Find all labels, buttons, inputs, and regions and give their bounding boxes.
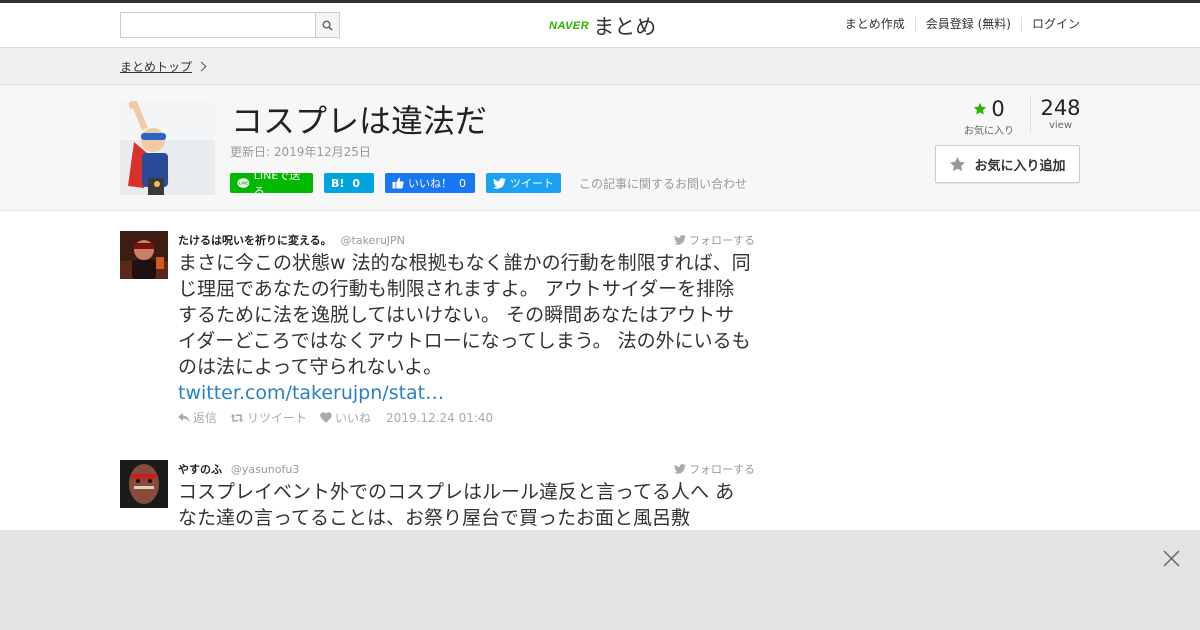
ad-banner <box>0 530 1200 630</box>
star-outline-icon <box>950 156 966 171</box>
avatar[interactable] <box>120 460 168 508</box>
tweet-card: やすのふ @yasunofu3 フォローする コスプレイベント外でのコスプレはル… <box>120 460 755 530</box>
article-thumbnail <box>120 100 215 195</box>
chevron-right-icon <box>196 61 207 71</box>
twitter-bird-icon <box>493 177 506 189</box>
close-icon[interactable] <box>1163 550 1180 567</box>
inquiry-link[interactable]: この記事に関するお問い合わせ <box>579 175 747 192</box>
tweet-body: コスプレイベント外でのコスプレはルール違反と言ってる人へ あなた達の言ってること… <box>178 479 753 531</box>
breadcrumb-top-link[interactable]: まとめトップ <box>120 58 192 75</box>
breadcrumb: まとめトップ <box>0 48 1200 85</box>
follow-label: フォローする <box>689 463 755 476</box>
search-input[interactable] <box>120 12 315 38</box>
view-count: 248 <box>1040 96 1081 120</box>
search-box <box>120 12 340 38</box>
like-label: いいね <box>335 411 372 425</box>
nav-create-matome[interactable]: まとめ作成 <box>835 17 915 32</box>
tweet-user-name[interactable]: やすのふ @yasunofu3 <box>178 461 299 477</box>
heart-icon <box>320 412 332 423</box>
hatena-bookmark-button[interactable]: B! 0 <box>324 173 374 193</box>
follow-button[interactable]: フォローする <box>674 232 755 248</box>
line-share-label: LINEで送る <box>253 169 301 198</box>
tweet-display-name: たけるは呪いを祈りに変える。 <box>178 234 332 247</box>
site-logo[interactable]: NAVER まとめ <box>549 11 656 41</box>
facebook-like-label: いいね！ <box>408 177 452 190</box>
follow-label: フォローする <box>689 234 755 247</box>
logo-brand: NAVER <box>549 20 590 32</box>
tweet-user-name[interactable]: たけるは呪いを祈りに変える。 @takeruJPN <box>178 232 405 248</box>
star-icon <box>974 102 987 115</box>
tweet-label: ツイート <box>510 177 554 190</box>
twitter-bird-icon <box>674 235 686 245</box>
favorites-counter: 0 お気に入り <box>964 97 1014 137</box>
follow-button[interactable]: フォローする <box>674 461 755 477</box>
tweet-display-name: やすのふ <box>178 463 222 476</box>
logo-name: まとめ <box>593 15 657 39</box>
tweet-card: たけるは呪いを祈りに変える。 @takeruJPN フォローする まさに今この状… <box>120 231 755 431</box>
facebook-like-button[interactable]: いいね！ 0 <box>385 173 475 193</box>
svg-text:LINE: LINE <box>239 180 249 185</box>
line-share-button[interactable]: LINE LINEで送る <box>230 169 313 198</box>
avatar[interactable] <box>120 231 168 279</box>
favorites-label: お気に入り <box>964 126 1014 137</box>
tweet-handle: @yasunofu3 <box>230 463 300 476</box>
tweet-button[interactable]: ツイート <box>486 173 561 193</box>
thumbs-up-icon <box>392 177 404 189</box>
tweet-handle: @takeruJPN <box>340 234 405 247</box>
nav-login[interactable]: ログイン <box>1020 17 1080 32</box>
tweet-text: コスプレイベント外でのコスプレはルール違反と言ってる人へ あなた達の言ってること… <box>178 481 735 529</box>
search-button[interactable] <box>315 12 340 38</box>
hatena-icon: B! <box>331 176 345 190</box>
add-favorite-label: お気に入り追加 <box>974 158 1066 174</box>
hatena-count: 0 <box>352 176 361 190</box>
tweet-body: まさに今この状態w 法的な根拠もなく誰かの行動を制限すれば、同じ理屈であなたの行… <box>178 250 753 406</box>
nav-register[interactable]: 会員登録 (無料) <box>914 17 1021 32</box>
header-nav: まとめ作成 会員登録 (無料) ログイン <box>835 17 1080 32</box>
reply-button[interactable]: 返信 <box>178 409 217 426</box>
reply-icon <box>178 412 190 422</box>
add-favorite-button[interactable]: お気に入り追加 <box>935 145 1080 183</box>
tweet-text: まさに今この状態w 法的な根拠もなく誰かの行動を制限すれば、同じ理屈であなたの行… <box>178 252 751 378</box>
tweet-timestamp[interactable]: 2019.12.24 01:40 <box>386 411 493 425</box>
share-buttons: LINE LINEで送る B! 0 いいね！ 0 ツイート この記事に関するお問… <box>230 169 747 198</box>
site-header: NAVER まとめ まとめ作成 会員登録 (無料) ログイン <box>0 3 1200 48</box>
favorites-count: 0 <box>991 97 1005 121</box>
tweet-link[interactable]: twitter.com/takerujpn/stat… <box>178 380 753 406</box>
like-button[interactable]: いいね <box>320 409 371 426</box>
article-header: コスプレは違法だ 更新日: 2019年12月25日 LINE LINEで送る B… <box>0 85 1200 211</box>
article-title: コスプレは違法だ <box>231 102 488 140</box>
twitter-bird-icon <box>674 464 686 474</box>
reply-label: 返信 <box>193 411 218 425</box>
retweet-button[interactable]: リツイート <box>230 409 307 426</box>
search-icon <box>322 20 333 31</box>
updated-date: 更新日: 2019年12月25日 <box>230 145 371 159</box>
facebook-like-count: 0 <box>459 176 466 190</box>
tweet-actions: 返信 リツイート いいね 2019.12.24 01:40 <box>178 409 493 426</box>
view-label: view <box>1048 120 1073 131</box>
retweet-icon <box>230 413 244 422</box>
view-counter: 248 view <box>1030 97 1090 133</box>
retweet-label: リツイート <box>247 411 308 425</box>
line-icon: LINE <box>237 177 250 188</box>
